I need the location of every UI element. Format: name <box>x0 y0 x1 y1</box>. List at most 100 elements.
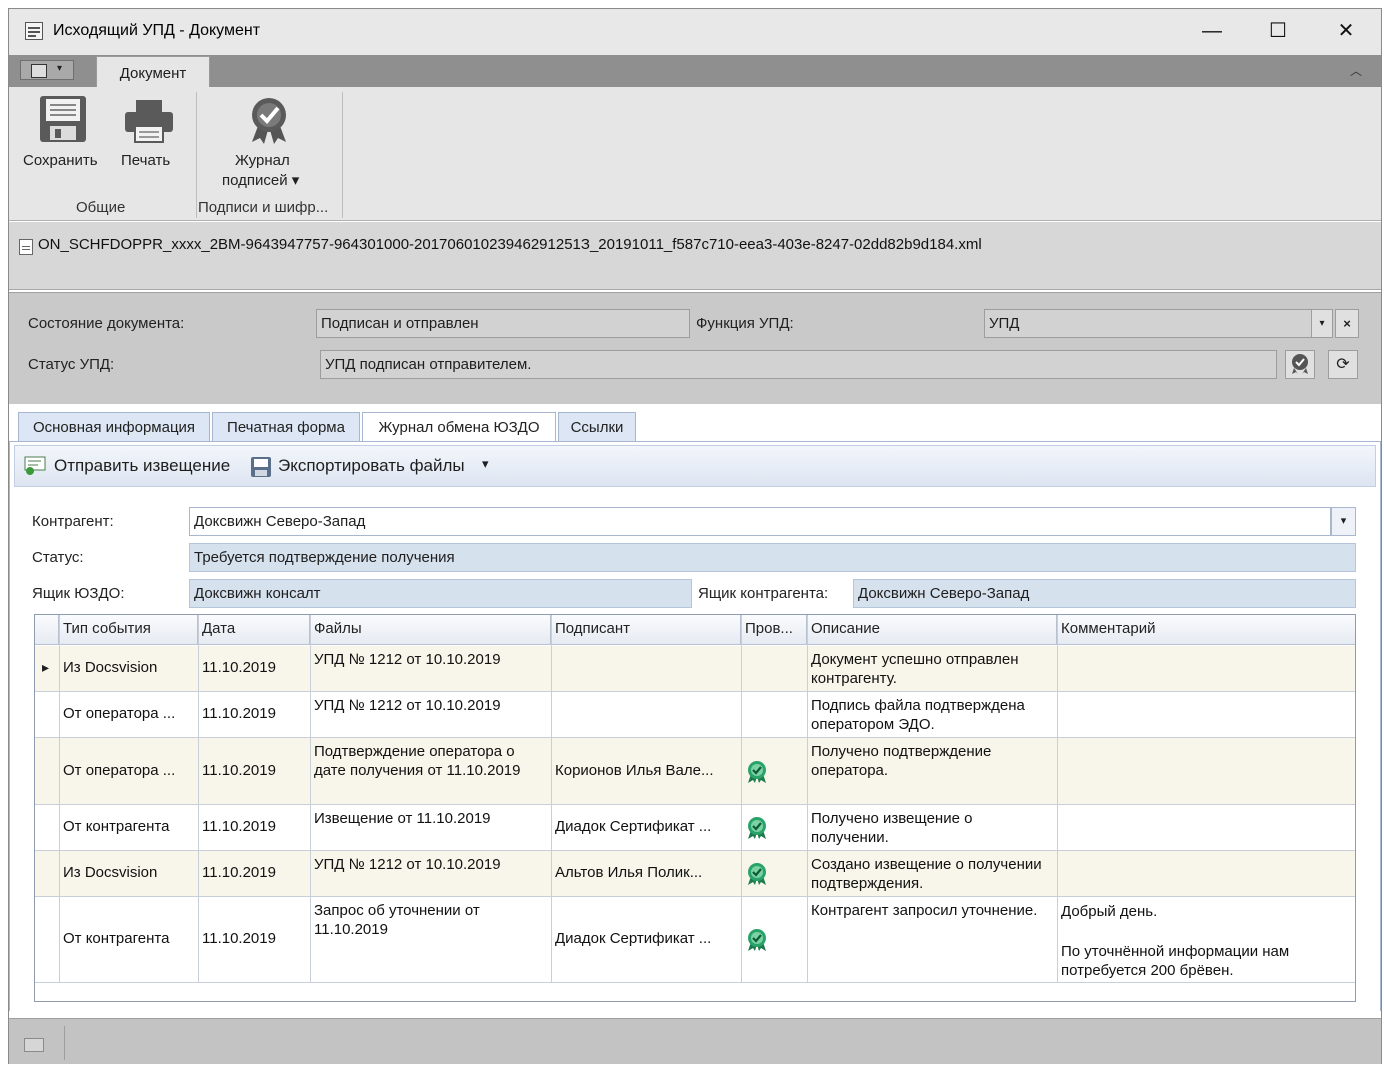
upd-function-field[interactable]: УПД <box>984 309 1312 338</box>
cell-event-type: Из Docsvision <box>63 864 158 881</box>
export-files-button[interactable]: Экспортировать файлы ▾ <box>248 450 498 482</box>
grid-column-divider <box>310 615 311 983</box>
file-icon <box>19 239 33 255</box>
counterparty-select[interactable]: Доксвижн Северо-Запад <box>189 507 1331 536</box>
signature-valid-icon[interactable] <box>746 928 768 952</box>
cell-signer: Корионов Илья Вале... <box>555 762 714 779</box>
upd-function-label: Функция УПД: <box>696 315 794 332</box>
signature-journal-button[interactable]: Журнал подписей ▾ <box>218 92 320 192</box>
ribbon-tab-document[interactable]: Документ <box>96 56 210 89</box>
window-title: Исходящий УПД - Документ <box>53 22 261 39</box>
grid-column-divider <box>807 615 808 983</box>
signature-valid-icon[interactable] <box>746 816 768 840</box>
ribbon-group-common: Общие <box>76 199 126 216</box>
exchange-status-label: Статус: <box>32 549 84 566</box>
tab-exchange-journal[interactable]: Журнал обмена ЮЗДО <box>362 412 556 444</box>
send-notice-icon <box>24 456 46 475</box>
print-button[interactable]: Печать <box>114 92 184 180</box>
cell-comment-continued: По уточнённой информации нам потребуется… <box>1061 943 1290 979</box>
export-files-label: Экспортировать файлы <box>278 456 465 475</box>
cell-date: 11.10.2019 <box>202 659 276 676</box>
signature-verify-icon[interactable] <box>1285 350 1315 379</box>
collapse-ribbon-icon[interactable]: ︿ <box>1350 62 1362 79</box>
export-dropdown-icon[interactable]: ▾ <box>482 456 489 472</box>
save-button[interactable]: Сохранить <box>20 92 108 180</box>
upd-status-field: УПД подписан отправителем. <box>320 350 1277 379</box>
send-notice-button[interactable]: Отправить извещение <box>22 450 240 482</box>
file-name[interactable]: ON_SCHFDOPPR_xxxx_2BM-9643947757-9643010… <box>38 236 982 253</box>
counterparty-box-label: Ящик контрагента: <box>698 585 829 602</box>
cell-signer: Диадок Сертификат ... <box>555 930 712 947</box>
column-header-description[interactable]: Описание <box>807 615 1057 645</box>
column-header-date[interactable]: Дата <box>198 615 310 645</box>
cell-date: 11.10.2019 <box>202 705 276 722</box>
certificate-badge-icon <box>252 98 286 144</box>
ribbon-group-separator <box>342 92 343 218</box>
grid-column-divider <box>59 615 60 983</box>
cell-event-type: Из Docsvision <box>63 659 158 676</box>
cell-description: Документ успешно отправлен контрагенту. <box>811 651 1019 687</box>
cell-description: Создано извещение о получении подтвержде… <box>811 856 1042 892</box>
upd-function-dropdown-icon[interactable]: ▾ <box>1311 309 1333 338</box>
tab-print-form[interactable]: Печатная форма <box>212 412 360 442</box>
floppy-disk-icon <box>251 457 271 477</box>
signature-journal-label-2: подписей ▾ <box>222 172 300 189</box>
cell-date: 11.10.2019 <box>202 930 276 947</box>
cell-files: Запрос об уточнении от 11.10.2019 <box>314 902 480 938</box>
ribbon-group-separator <box>196 92 197 218</box>
column-header-files[interactable]: Файлы <box>310 615 551 645</box>
send-notice-label: Отправить извещение <box>54 456 231 475</box>
app-menu-button[interactable]: ▾ <box>20 60 74 80</box>
cell-files: Извещение от 11.10.2019 <box>314 810 491 827</box>
cell-files: УПД № 1212 от 10.10.2019 <box>314 856 501 873</box>
cell-comment: Добрый день. <box>1061 903 1158 920</box>
column-header-comment[interactable]: Комментарий <box>1057 615 1355 645</box>
close-button[interactable]: ✕ <box>1326 16 1366 46</box>
status-bar-separator <box>64 1026 65 1060</box>
cell-description: Подпись файла подтверждена оператором ЭД… <box>811 697 1025 733</box>
folder-icon[interactable] <box>24 1038 44 1052</box>
grid-column-divider <box>551 615 552 983</box>
signature-journal-label-1: Журнал <box>235 152 290 169</box>
status-bar <box>9 1018 1381 1064</box>
ribbon-tab-strip <box>9 55 1381 87</box>
chevron-down-icon[interactable]: ▾ <box>1331 507 1356 536</box>
save-icon <box>40 96 86 142</box>
tab-links[interactable]: Ссылки <box>558 412 636 442</box>
counterparty-box-field: Доксвижн Северо-Запад <box>853 579 1356 608</box>
exchange-status-field: Требуется подтверждение получения <box>189 543 1356 572</box>
cell-date: 11.10.2019 <box>202 818 276 835</box>
window-icon <box>25 22 43 40</box>
column-header-verified[interactable]: Пров... <box>741 615 807 645</box>
cell-signer: Диадок Сертификат ... <box>555 818 712 835</box>
file-path-bar <box>9 222 1381 290</box>
doc-state-label: Состояние документа: <box>28 315 185 332</box>
cell-files: УПД № 1212 от 10.10.2019 <box>314 651 501 668</box>
tab-main-info[interactable]: Основная информация <box>18 412 210 442</box>
signature-valid-icon[interactable] <box>746 862 768 886</box>
grid-column-divider <box>198 615 199 983</box>
save-label: Сохранить <box>23 152 98 169</box>
cell-description: Получено подтверждение оператора. <box>811 743 992 779</box>
minimize-button[interactable]: — <box>1192 16 1232 46</box>
signature-valid-icon[interactable] <box>746 760 768 784</box>
cell-event-type: От контрагента <box>63 930 170 947</box>
cell-files: Подтверждение оператора о дате получения… <box>314 743 521 779</box>
counterparty-label: Контрагент: <box>32 513 114 530</box>
column-header-event-type[interactable]: Тип события <box>59 615 198 645</box>
printer-icon <box>125 100 173 143</box>
cell-date: 11.10.2019 <box>202 864 276 881</box>
refresh-icon[interactable]: ⟳ <box>1328 350 1358 379</box>
cell-event-type: От оператора ... <box>63 762 176 779</box>
doc-state-field: Подписан и отправлен <box>316 309 690 338</box>
column-header-signer[interactable]: Подписант <box>551 615 741 645</box>
upd-function-clear-icon[interactable]: × <box>1335 309 1359 338</box>
cell-event-type: От контрагента <box>63 818 170 835</box>
cell-signer: Альтов Илья Полик... <box>555 864 703 881</box>
edo-box-field: Доксвижн консалт <box>189 579 692 608</box>
print-label: Печать <box>121 152 171 169</box>
cell-date: 11.10.2019 <box>202 762 276 779</box>
upd-status-label: Статус УПД: <box>28 356 115 373</box>
maximize-button[interactable]: ☐ <box>1258 16 1298 46</box>
grid-column-divider <box>741 615 742 983</box>
